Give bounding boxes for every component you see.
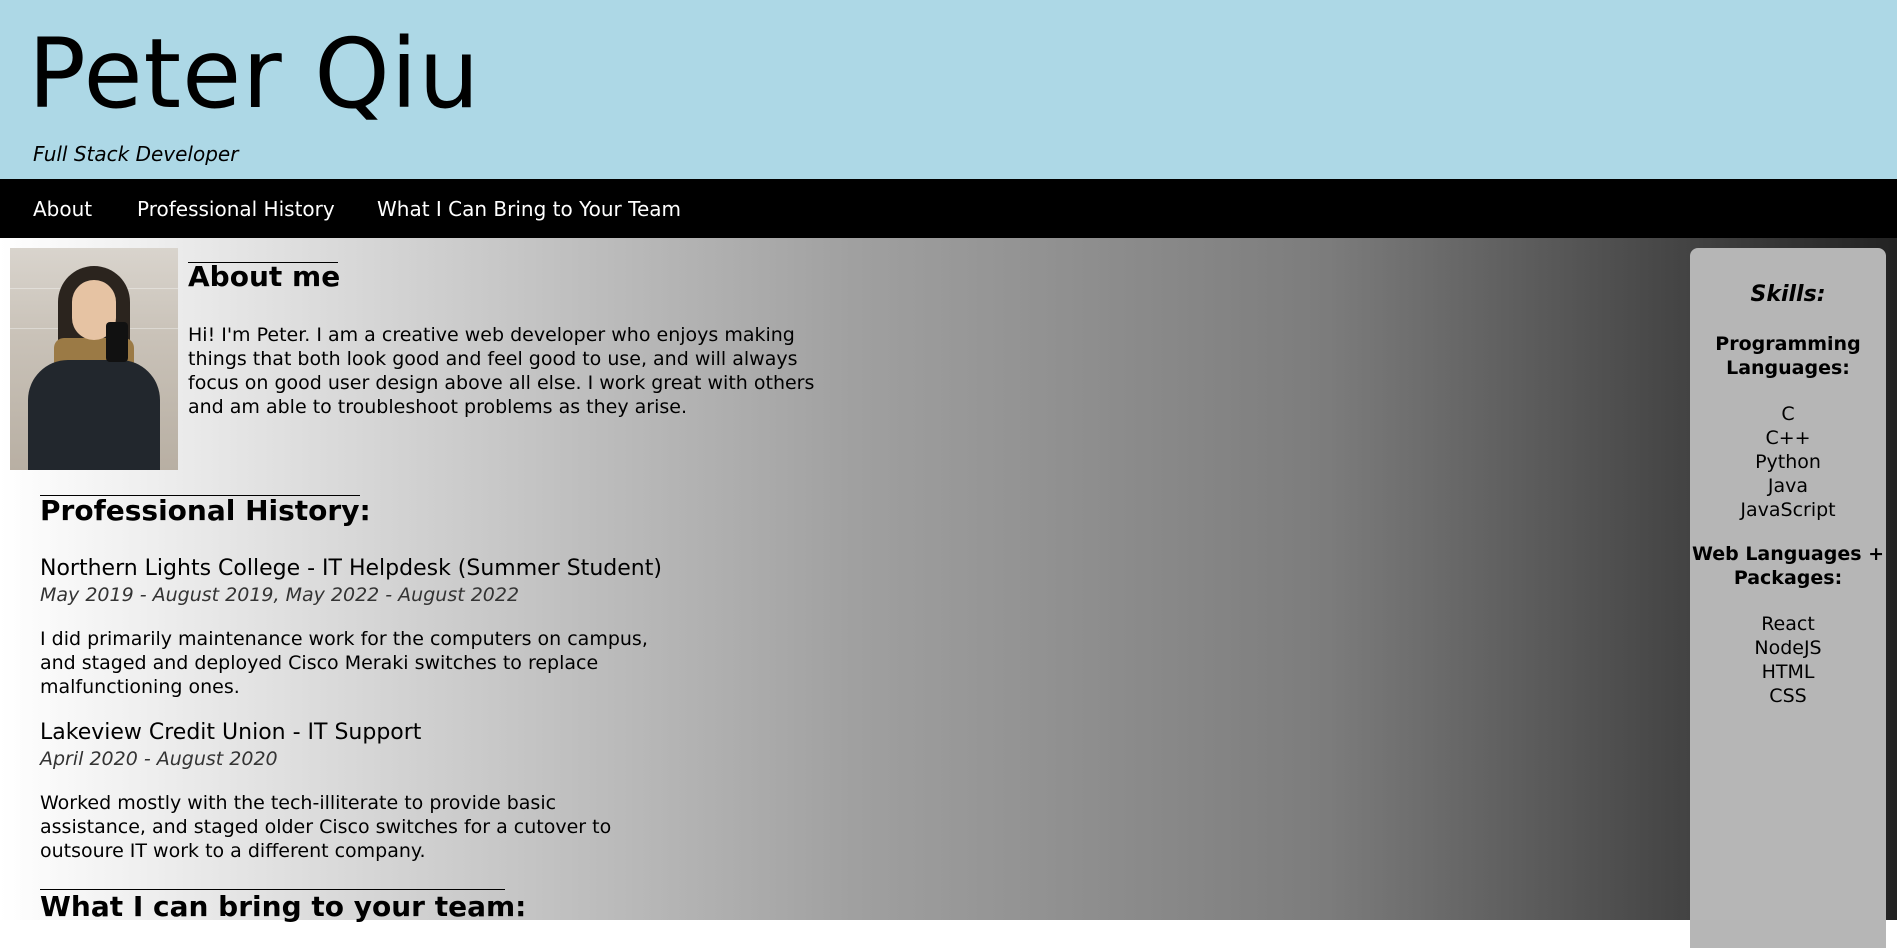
job-dates: April 2020 - August 2020 (40, 748, 278, 770)
about-text: Hi! I'm Peter. I am a creative web devel… (188, 324, 815, 418)
skill-item: HTML (1761, 661, 1815, 683)
skill-item: C (1781, 403, 1795, 425)
skill-item: Java (1767, 475, 1809, 497)
job-dates: May 2019 - August 2019, May 2022 - Augus… (40, 584, 520, 606)
skill-item: CSS (1769, 685, 1807, 707)
nav-bar: About Professional History What I Can Br… (0, 179, 1897, 238)
skills-list: React NodeJS HTML CSS (1690, 612, 1886, 708)
site-subtitle: Full Stack Developer (33, 142, 239, 166)
site-title: Peter Qiu (28, 18, 481, 130)
skill-item: NodeJS (1754, 637, 1822, 659)
about-heading: About me (188, 260, 341, 293)
job-title: Lakeview Credit Union - IT Support (40, 720, 422, 745)
job-description: I did primarily maintenance work for the… (40, 628, 648, 698)
bring-heading: What I can bring to your team: (40, 890, 527, 923)
skill-item: JavaScript (1740, 499, 1836, 521)
nav-link-about[interactable]: About (33, 197, 92, 221)
nav-link-professional-history[interactable]: Professional History (137, 197, 335, 221)
professional-history-heading: Professional History: (40, 494, 371, 527)
skills-group-heading: Web Languages + Packages: (1691, 543, 1885, 589)
job-title: Northern Lights College - IT Helpdesk (S… (40, 556, 662, 581)
nav-link-what-i-can-bring[interactable]: What I Can Bring to Your Team (377, 197, 681, 221)
skill-item: Python (1755, 451, 1821, 473)
skill-item: React (1761, 613, 1815, 635)
skills-group-heading: Programming Languages: (1715, 333, 1861, 379)
skills-title: Skills: (1750, 282, 1826, 307)
site-header: Peter Qiu Full Stack Developer (0, 0, 1897, 179)
skills-panel: Skills: Programming Languages: C C++ Pyt… (1690, 248, 1886, 948)
job-description: Worked mostly with the tech-illiterate t… (40, 792, 612, 862)
skills-list: C C++ Python Java JavaScript (1690, 402, 1886, 522)
skill-item: C++ (1765, 427, 1811, 449)
profile-photo (10, 248, 178, 470)
main-content: About me Hi! I'm Peter. I am a creative … (0, 238, 1897, 948)
